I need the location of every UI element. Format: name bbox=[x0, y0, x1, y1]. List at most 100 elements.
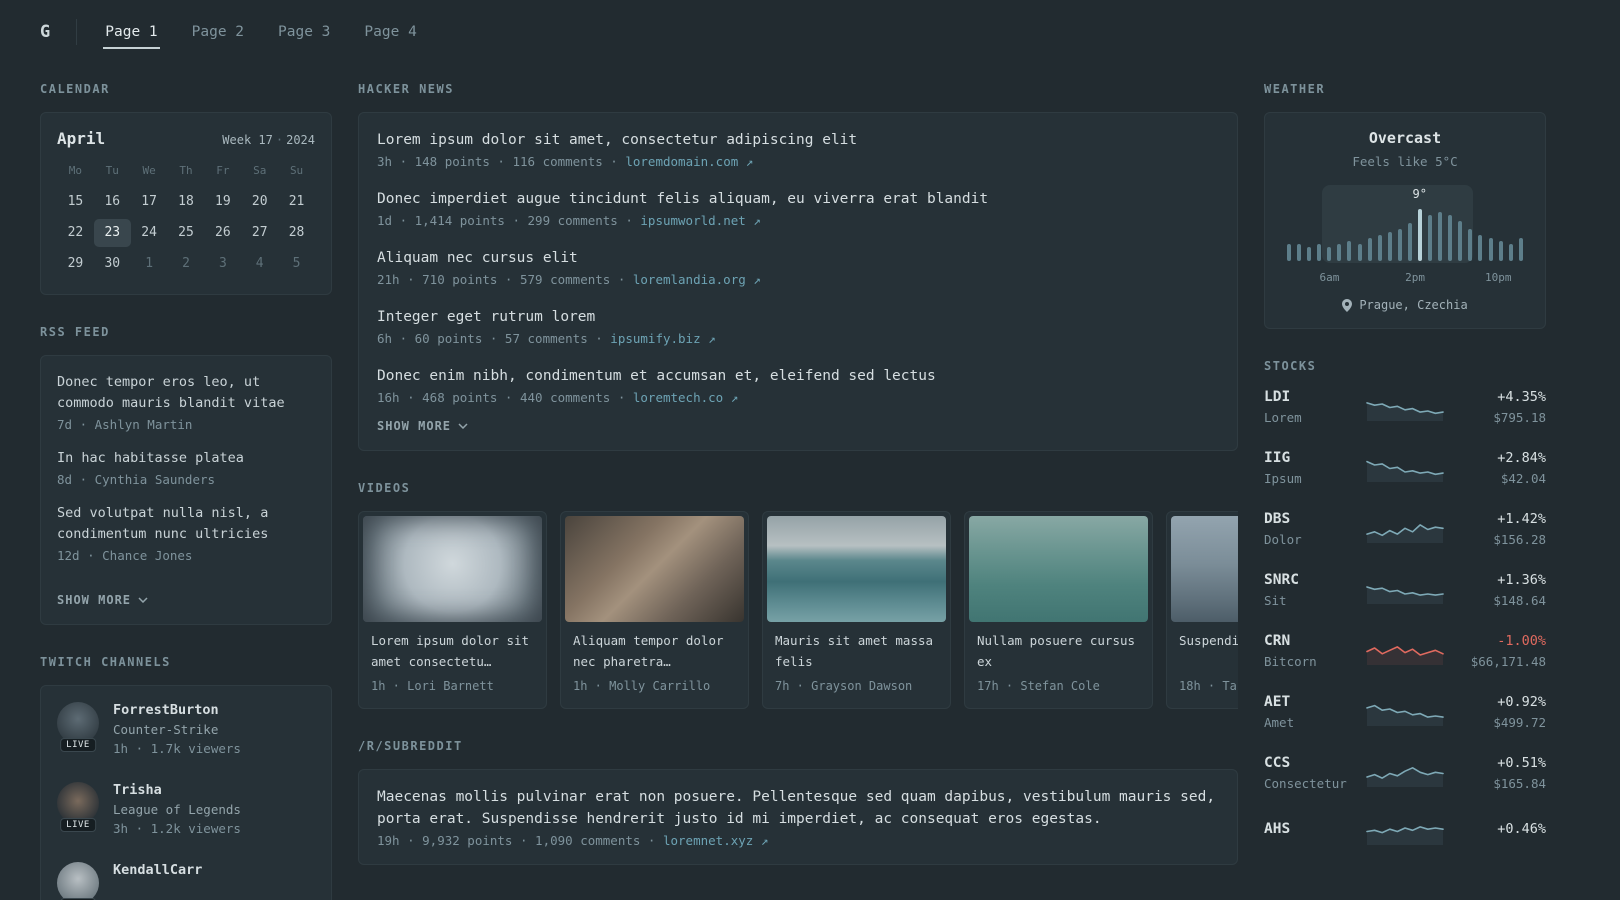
calendar-day-header: Tu bbox=[105, 164, 119, 177]
stock-symbol: CCS bbox=[1264, 755, 1291, 771]
video-card[interactable]: Suspendisse diam 18h · Tara bbox=[1166, 511, 1238, 709]
calendar-day: 28 bbox=[288, 225, 305, 240]
hn-item-domain-link[interactable]: ipsumify.biz ↗ bbox=[610, 331, 715, 346]
rss-item-title[interactable]: Donec tempor eros leo, ut commodo mauris… bbox=[57, 372, 315, 414]
calendar-day-header: Su bbox=[289, 164, 304, 177]
stock-row[interactable]: IIG Ipsum +2.84% $42.04 bbox=[1264, 450, 1546, 486]
stock-row[interactable]: SNRC Sit +1.36% $148.64 bbox=[1264, 572, 1546, 608]
calendar-week-info: Week 17 · 2024 bbox=[222, 133, 315, 147]
hn-item-domain-link[interactable]: loremlandia.org ↗ bbox=[633, 272, 761, 287]
calendar-card: April Week 17 · 2024 Mo Tu We Th Fr Sa Su 15 16 17 1… bbox=[40, 112, 332, 295]
calendar-day: 16 bbox=[104, 194, 121, 209]
stock-name: Lorem bbox=[1264, 410, 1302, 425]
hn-item-meta: 21h · 710 points · 579 comments · loreml… bbox=[377, 272, 761, 287]
rss-widget-title: RSS FEED bbox=[40, 325, 110, 339]
calendar-day: 5 bbox=[292, 256, 301, 271]
video-title: Aliquam tempor dolor nec pharetra… bbox=[573, 633, 724, 669]
hn-item-title[interactable]: Aliquam nec cursus elit bbox=[377, 247, 1219, 269]
weather-hour-bar bbox=[1387, 232, 1392, 261]
tab-page-1[interactable]: Page 1 bbox=[103, 16, 160, 49]
twitch-channel-row[interactable]: LIVE KendallCarr bbox=[57, 862, 315, 900]
stock-row[interactable]: AHS +0.46% bbox=[1264, 816, 1546, 846]
subreddit-post-title[interactable]: Maecenas mollis pulvinar erat non posuer… bbox=[377, 786, 1219, 830]
subreddit-post-domain-link[interactable]: loremnet.xyz ↗ bbox=[663, 833, 768, 848]
weather-axis-label: 6am bbox=[1319, 271, 1340, 284]
stock-row[interactable]: AET Amet +0.92% $499.72 bbox=[1264, 694, 1546, 730]
weather-hour-bar bbox=[1407, 223, 1412, 261]
weather-hour-bar bbox=[1438, 212, 1443, 261]
calendar-day-selected: 23 bbox=[93, 219, 131, 247]
subreddit-card: Maecenas mollis pulvinar erat non posuer… bbox=[358, 769, 1238, 865]
stock-price: $42.04 bbox=[1500, 471, 1546, 486]
stock-change: +0.51% bbox=[1497, 755, 1546, 771]
tab-page-2[interactable]: Page 2 bbox=[190, 16, 246, 49]
hn-item-domain-link[interactable]: loremtech.co ↗ bbox=[633, 390, 738, 405]
rss-item: Donec tempor eros leo, ut commodo mauris… bbox=[57, 372, 315, 432]
rss-item-title[interactable]: Sed volutpat nulla nisl, a condimentum n… bbox=[57, 503, 315, 545]
video-thumbnail bbox=[363, 516, 542, 622]
video-thumbnail bbox=[969, 516, 1148, 622]
hn-item-title[interactable]: Donec enim nibh, condimentum et accumsan… bbox=[377, 365, 1219, 387]
app-logo: G bbox=[40, 22, 51, 42]
stock-row[interactable]: LDI Lorem +4.35% $795.18 bbox=[1264, 389, 1546, 425]
weather-hour-bar bbox=[1418, 209, 1423, 261]
stock-row[interactable]: CCS Consectetur +0.51% $165.84 bbox=[1264, 755, 1546, 791]
external-link-icon: ↗ bbox=[745, 154, 754, 169]
weather-axis-label: 10pm bbox=[1484, 271, 1512, 284]
subreddit-post: Maecenas mollis pulvinar erat non posuer… bbox=[377, 786, 1219, 848]
stock-row[interactable]: DBS Dolor +1.42% $156.28 bbox=[1264, 511, 1546, 547]
twitch-channel-row[interactable]: LIVE Trisha League of Legends 3h · 1.2k … bbox=[57, 782, 315, 836]
hn-item-title[interactable]: Lorem ipsum dolor sit amet, consectetur … bbox=[377, 129, 1219, 151]
twitch-channel-meta: 1h · 1.7k viewers bbox=[113, 741, 241, 756]
video-title: Lorem ipsum dolor sit amet consectetu… bbox=[371, 633, 530, 669]
twitch-channel-game: Counter-Strike bbox=[113, 722, 219, 737]
weather-widget: WEATHER Overcast Feels like 5°C 9° 6am 2… bbox=[1264, 82, 1546, 329]
twitch-channel-name: KendallCarr bbox=[113, 862, 203, 878]
weather-hour-bar bbox=[1397, 229, 1402, 261]
rss-item-title[interactable]: In hac habitasse platea bbox=[57, 448, 315, 469]
calendar-day: 21 bbox=[288, 194, 305, 209]
avatar bbox=[57, 862, 99, 900]
weather-hour-bar bbox=[1337, 244, 1342, 261]
stock-sparkline bbox=[1360, 697, 1450, 727]
hn-item-title[interactable]: Integer eget rutrum lorem bbox=[377, 306, 1219, 328]
calendar-day-header: Fr bbox=[216, 164, 230, 177]
video-title: Nullam posuere cursus ex bbox=[977, 633, 1136, 669]
hn-item-title[interactable]: Donec imperdiet augue tincidunt felis al… bbox=[377, 188, 1219, 210]
twitch-avatar: LIVE bbox=[57, 782, 99, 832]
rss-show-more-button[interactable]: SHOW MORE bbox=[57, 593, 148, 607]
weather-location: Prague, Czechia bbox=[1279, 298, 1531, 312]
stock-row[interactable]: CRN Bitcorn -1.00% $66,171.48 bbox=[1264, 633, 1546, 669]
weather-hour-bar bbox=[1317, 244, 1322, 261]
tab-page-3[interactable]: Page 3 bbox=[276, 16, 332, 49]
hackernews-show-more-button[interactable]: SHOW MORE bbox=[377, 419, 468, 433]
twitch-channel-game: League of Legends bbox=[113, 802, 241, 817]
rss-card: Donec tempor eros leo, ut commodo mauris… bbox=[40, 355, 332, 625]
video-card[interactable]: Aliquam tempor dolor nec pharetra… 1h · … bbox=[560, 511, 749, 709]
video-card[interactable]: Mauris sit amet massa felis 7h · Grayson… bbox=[762, 511, 951, 709]
hn-item-domain-link[interactable]: loremdomain.com ↗ bbox=[625, 154, 753, 169]
subreddit-widget: /R/SUBREDDIT Maecenas mollis pulvinar er… bbox=[358, 739, 1238, 865]
calendar-day: 1 bbox=[145, 256, 154, 271]
rss-item: In hac habitasse platea 8d · Cynthia Sau… bbox=[57, 448, 315, 487]
video-card[interactable]: Nullam posuere cursus ex 17h · Stefan Co… bbox=[964, 511, 1153, 709]
subreddit-widget-title: /R/SUBREDDIT bbox=[358, 739, 463, 753]
hn-item-meta: 6h · 60 points · 57 comments · ipsumify.… bbox=[377, 331, 716, 346]
video-card[interactable]: Lorem ipsum dolor sit amet consectetu… 1… bbox=[358, 511, 547, 709]
twitch-widget: TWITCH CHANNELS LIVE ForrestBurton Count… bbox=[40, 655, 332, 900]
hn-item-meta: 1d · 1,414 points · 299 comments · ipsum… bbox=[377, 213, 761, 228]
tab-page-4[interactable]: Page 4 bbox=[362, 16, 418, 49]
twitch-card: LIVE ForrestBurton Counter-Strike 1h · 1… bbox=[40, 685, 332, 900]
stock-symbol: LDI bbox=[1264, 389, 1291, 405]
hn-item-domain-link[interactable]: ipsumworld.net ↗ bbox=[640, 213, 760, 228]
calendar-day: 2 bbox=[182, 256, 190, 271]
stock-price: $499.72 bbox=[1493, 715, 1546, 730]
video-title: Mauris sit amet massa felis bbox=[775, 633, 934, 669]
stock-name: Dolor bbox=[1264, 532, 1302, 547]
rss-item-meta: 12d · Chance Jones bbox=[57, 548, 193, 563]
weather-hour-bar bbox=[1448, 215, 1453, 261]
weather-hour-bar bbox=[1287, 244, 1291, 261]
twitch-channel-row[interactable]: LIVE ForrestBurton Counter-Strike 1h · 1… bbox=[57, 702, 315, 756]
stock-symbol: IIG bbox=[1264, 450, 1291, 466]
weather-hour-bar bbox=[1518, 238, 1523, 261]
